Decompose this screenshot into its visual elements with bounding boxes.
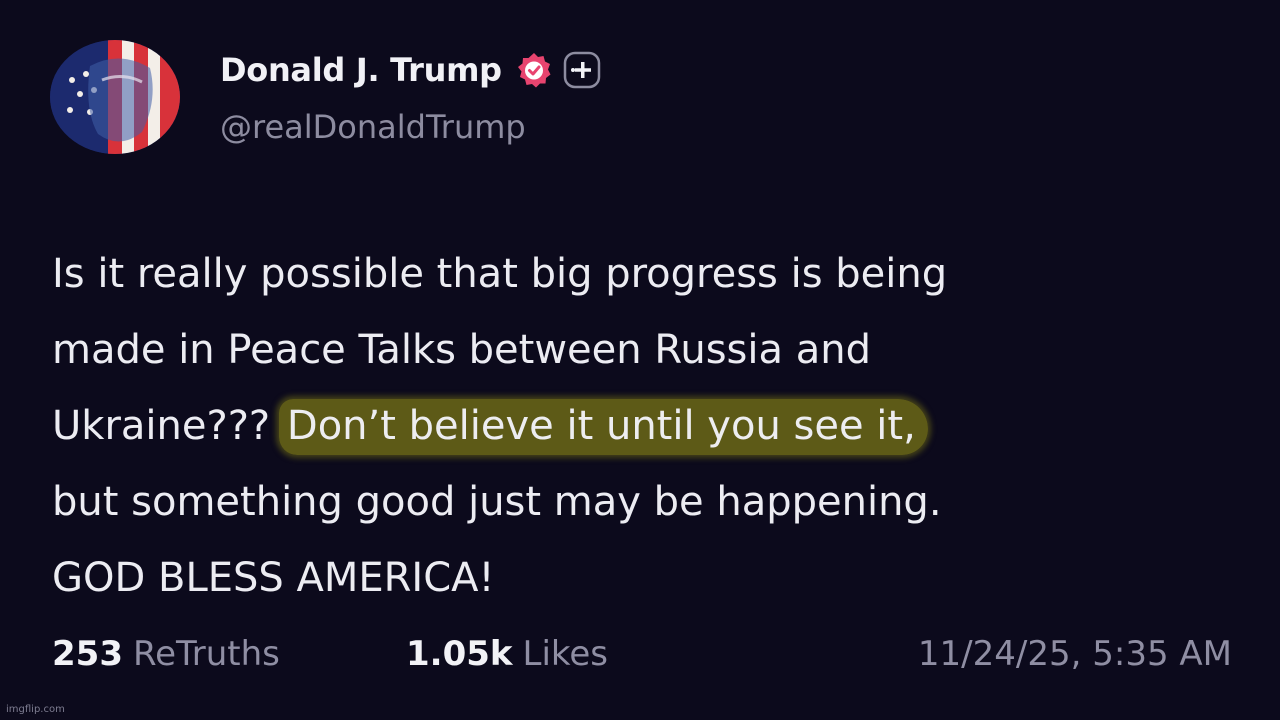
author-handle[interactable]: @realDonaldTrump (220, 108, 526, 146)
watermark: imgflip.com (6, 704, 65, 715)
follow-plus-icon[interactable] (562, 50, 602, 90)
post-body-line: Is it really possible that big progress … (52, 251, 948, 297)
author-row: Donald J. Trump (220, 48, 602, 92)
highlighted-text: Don’t believe it until you see it, (278, 399, 928, 455)
likes-label: Likes (522, 634, 609, 674)
post-body-line: made in Peace Talks between Russia and (52, 327, 871, 373)
verified-badge-icon (514, 50, 554, 90)
retruths-label: ReTruths (132, 634, 280, 674)
post-stats: 253 ReTruths 1.05k Likes 11/24/25, 5:35 AM (52, 634, 1232, 684)
post-body-line: GOD BLESS AMERICA! (52, 555, 495, 601)
post-timestamp[interactable]: 11/24/25, 5:35 AM (918, 634, 1232, 674)
author-display-name[interactable]: Donald J. Trump (220, 51, 502, 89)
post-body-line: but something good just may be happening… (52, 479, 942, 525)
likes-count: 1.05k (406, 634, 513, 674)
truth-post: Donald J. Trump @realDonaldTrump Is it r… (0, 0, 1280, 720)
post-body-text: Ukraine??? (52, 403, 283, 449)
avatar[interactable] (50, 40, 180, 154)
post-body: Is it really possible that big progress … (52, 236, 1252, 616)
retruths-stat[interactable]: 253 ReTruths (52, 634, 280, 674)
post-body-line: Ukraine??? Don’t believe it until you se… (52, 388, 1252, 464)
retruths-count: 253 (52, 634, 123, 674)
likes-stat[interactable]: 1.05k Likes (406, 634, 608, 674)
